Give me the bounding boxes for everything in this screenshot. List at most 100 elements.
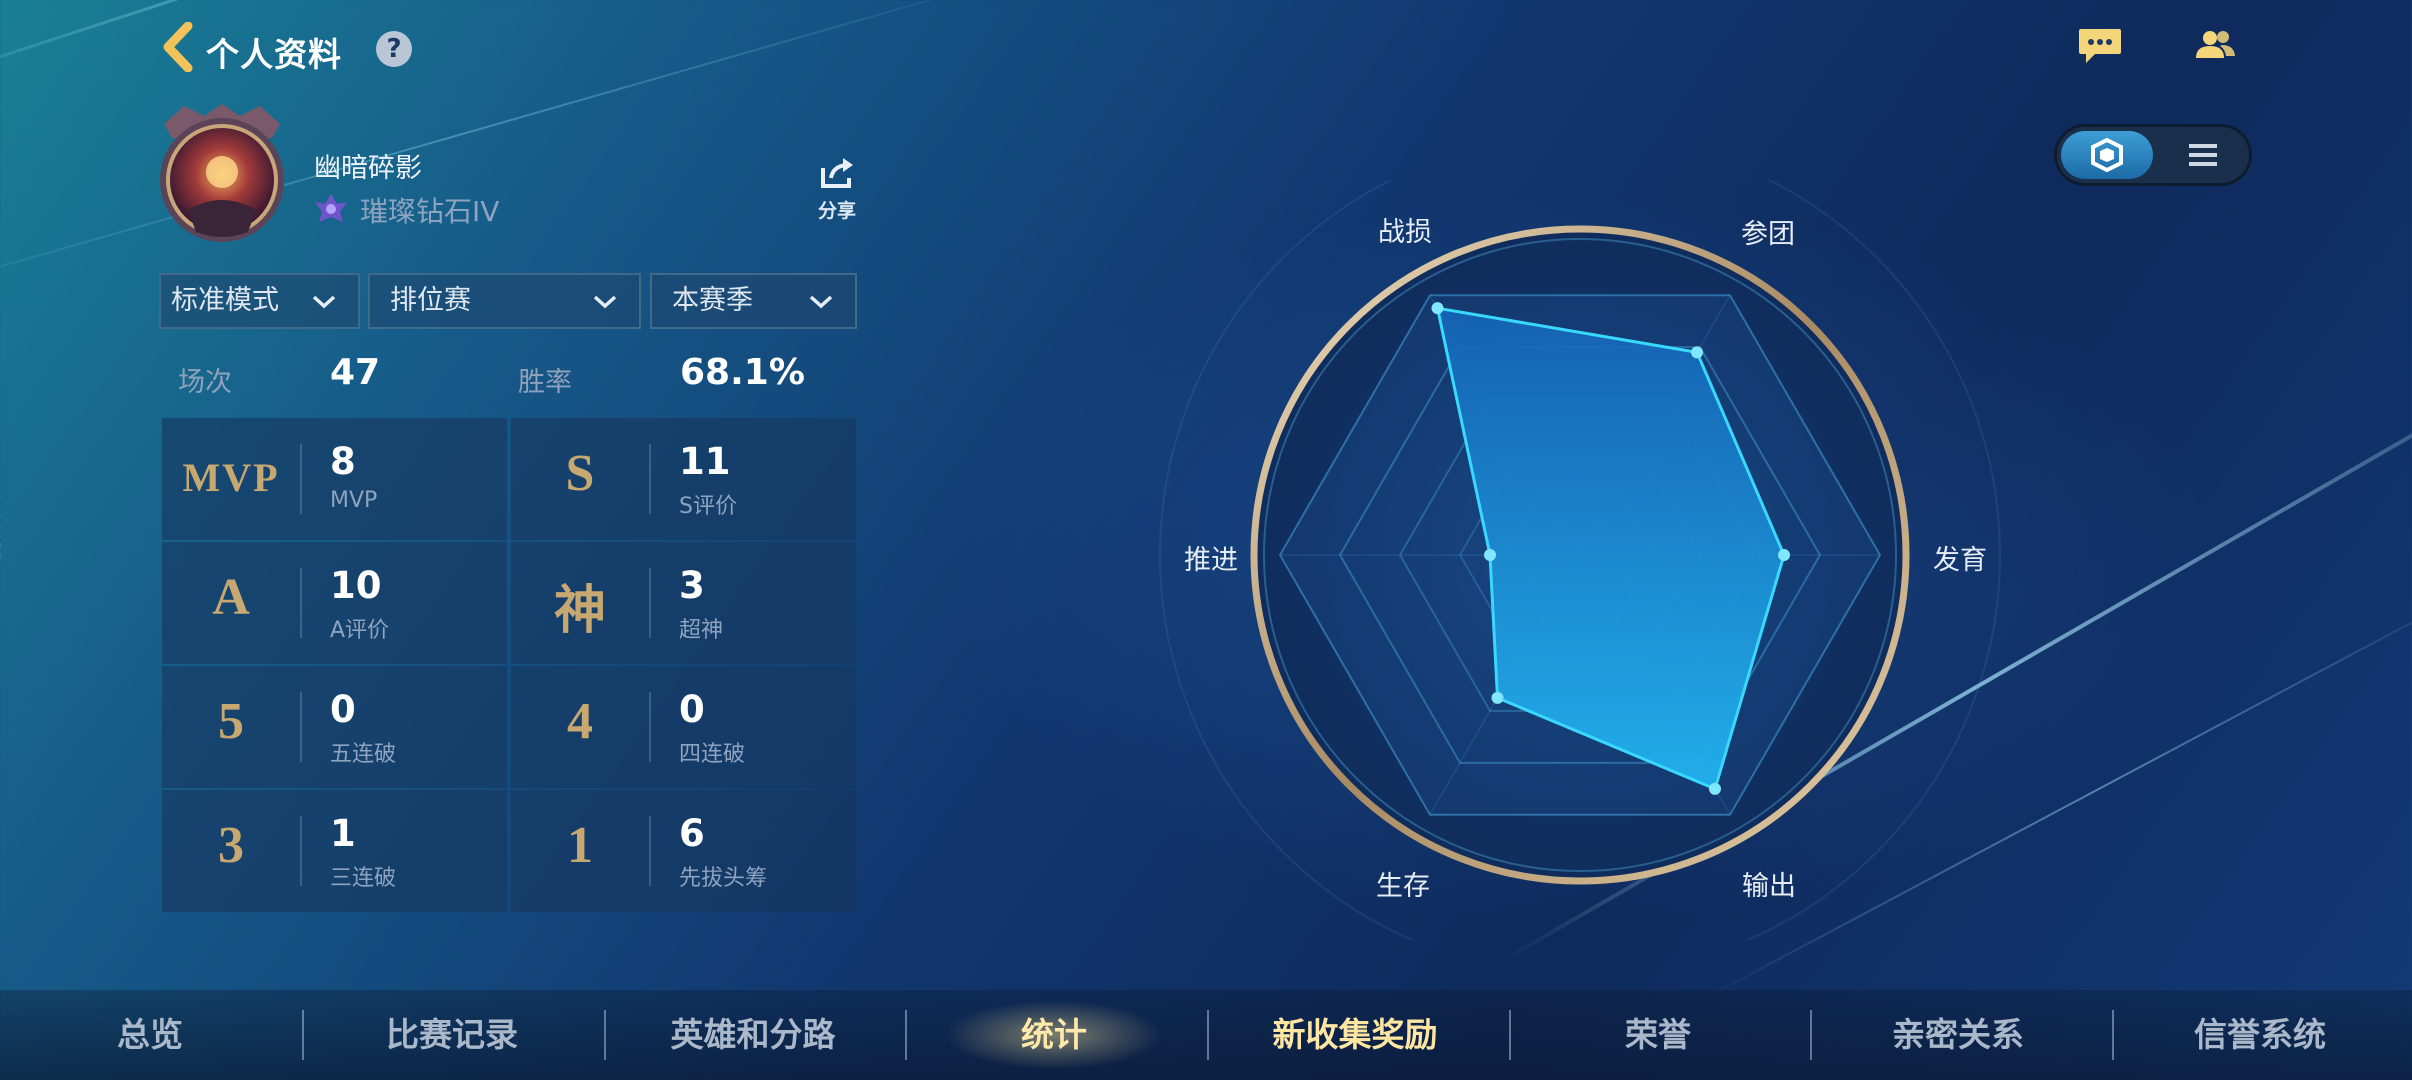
radar-svg [1159,134,2001,976]
tab-credit-system[interactable]: 信誉系统 [2160,1008,2360,1058]
tab-divider [1207,1010,1209,1060]
axis-label-farming: 发育 [1933,545,1987,576]
stat-cell-godlike: 神 3 超神 [511,542,856,664]
divider [300,816,302,886]
tab-heroes-and-lanes[interactable]: 英雄和分路 [640,1008,866,1058]
diamond-rank-icon [315,194,347,222]
stat-label: S评价 [679,494,737,519]
stat-cell-quadra-kill: 4 0 四连破 [511,666,856,788]
stat-glyph: 5 [218,693,244,750]
radar-data-point [1431,302,1444,315]
stat-label: A评价 [330,618,390,643]
tab-divider [1810,1010,1812,1060]
stat-cell-first-blood: 1 6 先拔头筹 [511,790,856,912]
tab-new-collection-rewards[interactable]: 新收集奖励 [1250,1008,1460,1058]
stat-cell-s-rating: S 11 S评价 [511,418,856,540]
stat-value: 3 [679,564,705,607]
divider [649,568,651,638]
stat-label: 四连破 [679,742,746,767]
stat-label: 超神 [679,618,724,643]
friends-button[interactable] [2192,26,2238,66]
stat-label: 先拔头筹 [679,866,768,891]
divider [300,444,302,514]
hexagon-icon [2091,137,2123,173]
stat-label: 三连破 [330,866,397,891]
tab-overview[interactable]: 总览 [60,1008,240,1058]
axis-label-push: 推进 [1184,545,1238,576]
chevron-down-icon [809,295,833,309]
stat-value: 0 [679,688,705,731]
season-filter-dropdown[interactable]: 本赛季 [650,273,857,329]
list-view-button[interactable] [2161,131,2245,179]
match-type-dropdown[interactable]: 排位赛 [368,273,641,329]
chevron-down-icon [312,295,336,309]
list-icon [2189,144,2217,166]
stat-label: MVP [330,488,378,513]
share-button[interactable]: 分享 [812,156,862,223]
tab-divider [604,1010,606,1060]
stat-value: 10 [330,564,382,607]
divider [300,568,302,638]
stat-glyph: 1 [567,817,593,874]
page-title: 个人资料 [206,35,342,74]
stat-glyph: 4 [567,693,593,750]
matches-value: 47 [330,352,381,393]
axis-label-survival: 生存 [1376,871,1430,902]
stat-glyph: S [565,445,595,502]
stat-value: 1 [330,812,356,855]
chevron-down-icon [593,295,617,309]
username: 幽暗碎影 [314,153,422,184]
stat-cell-a-rating: A 10 A评价 [162,542,507,664]
stat-value: 11 [679,440,731,483]
match-type-label: 排位赛 [390,285,471,316]
stat-cell-penta-kill: 5 0 五连破 [162,666,507,788]
view-toggle [2054,124,2252,186]
chat-button[interactable] [2077,26,2123,66]
ability-radar-chart: 战损 参团 发育 输出 生存 推进 [1140,134,2020,976]
help-button[interactable]: ? [376,31,412,67]
share-icon [821,158,853,188]
radar-data-point [1778,549,1790,561]
radar-view-button[interactable] [2061,131,2153,179]
tab-statistics[interactable]: 统计 [964,1008,1144,1058]
tab-divider [1509,1010,1511,1060]
stat-glyph: 3 [218,817,244,874]
divider [300,692,302,762]
radar-data-point [1691,346,1703,359]
tab-divider [2112,1010,2114,1060]
tab-intimacy[interactable]: 亲密关系 [1858,1008,2058,1058]
winrate-value: 68.1% [680,352,805,393]
chat-icon [2079,29,2121,63]
chevron-left-icon [163,21,193,73]
stat-glyph: 神 [553,583,606,640]
stat-glyph: MVP [182,455,280,500]
friends-icon [2196,31,2235,58]
tab-match-history[interactable]: 比赛记录 [352,1008,552,1058]
matches-label: 场次 [178,367,232,398]
stat-value: 8 [330,440,356,483]
avatar[interactable] [144,100,300,250]
stat-cell-mvp: MVP 8 MVP [162,418,507,540]
divider [649,692,651,762]
stat-cell-triple-kill: 3 1 三连破 [162,790,507,912]
axis-label-damage-taken: 战损 [1378,217,1432,248]
rank-emblem [313,190,349,226]
radar-data-point [1484,549,1496,561]
tab-divider [905,1010,907,1060]
share-label: 分享 [817,200,856,222]
stats-grid: MVP 8 MVP S 11 S评价 A 10 A评价 神 3 超神 5 0 五… [162,418,856,912]
stat-glyph: A [212,569,250,626]
stat-label: 五连破 [330,742,397,767]
mode-filter-dropdown[interactable]: 标准模式 [159,273,360,329]
back-button[interactable] [160,21,194,73]
axis-label-damage: 输出 [1742,871,1796,902]
season-filter-label: 本赛季 [672,285,753,316]
stat-value: 0 [330,688,356,731]
rank-label: 璀璨钻石IV [360,195,500,228]
tab-honors[interactable]: 荣誉 [1568,1008,1748,1058]
side-code: 4400075 [0,490,4,562]
stat-value: 6 [679,812,705,855]
winrate-label: 胜率 [518,367,572,398]
divider [649,444,651,514]
divider [649,816,651,886]
